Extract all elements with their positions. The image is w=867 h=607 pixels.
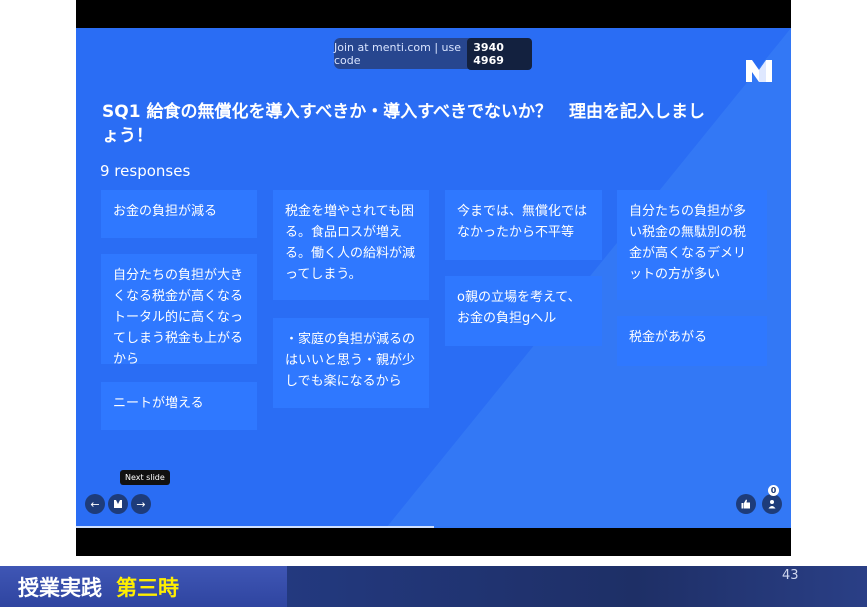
response-card: 今までは、無償化ではなかったから不平等 [445,190,602,260]
response-text: 自分たちの負担が大きくなる税金が高くなる トータル的に高くなってしまう税金も上が… [113,268,257,367]
arrow-right-icon: → [136,497,146,511]
response-card: o親の立場を考えて、お金の負担gヘル [445,276,602,346]
thumbs-up-icon [741,499,750,509]
response-card: お金の負担が減る [101,190,257,238]
menu-button[interactable] [108,494,128,514]
person-icon [768,500,776,509]
response-text: 税金があがる [629,330,708,345]
response-text: 税金を増やされても困る。食品ロスが増える。働く人の給料が減ってしまう。 [285,204,416,282]
response-text: 今までは、無償化ではなかったから不平等 [457,204,588,240]
participants-button[interactable] [762,494,782,514]
mentimeter-logo-icon [746,60,772,82]
response-card: 税金を増やされても困る。食品ロスが増える。働く人の給料が減ってしまう。 [273,190,429,300]
response-text: お金の負担が減る [113,204,218,219]
slide-progress-bar [76,526,434,528]
responses-count: 9 responses [100,162,191,180]
response-card: 税金があがる [617,316,767,366]
reaction-button[interactable] [736,494,756,514]
join-code: 3940 4969 [467,37,532,70]
footer-title-main: 授業実践 [18,576,102,600]
mentimeter-slide: Join at menti.com | use code 3940 4969 S… [76,28,791,528]
footer-right-band [287,566,867,607]
response-text: ・家庭の負担が減るのはいいと思う・親が少しでも楽になるから [285,332,416,389]
page-number: 43 [782,568,799,583]
question-title: SQ1 給食の無償化を導入すべきか・導入すべきでないか？ 理由を記入しましょう！ [102,102,706,146]
prev-slide-button[interactable]: ← [85,494,105,514]
participants-count-badge: 0 [768,485,779,496]
response-text: 自分たちの負担が多い税金の無駄別の税金が高くなるデメリットの方が多い [629,204,747,282]
next-slide-tooltip: Next slide [120,470,170,485]
response-card: ニートが増える [101,382,257,430]
response-card: 自分たちの負担が多い税金の無駄別の税金が高くなるデメリットの方が多い [617,190,767,300]
response-text: ニートが増える [113,396,204,411]
response-card: 自分たちの負担が大きくなる税金が高くなる トータル的に高くなってしまう税金も上が… [101,254,257,367]
next-slide-button[interactable]: → [131,494,151,514]
mentimeter-small-icon [114,500,122,508]
join-text: Join at menti.com | use code [334,40,462,67]
footer-title-highlight: 第三時 [116,576,179,600]
join-banner: Join at menti.com | use code 3940 4969 [334,37,532,70]
response-text: o親の立場を考えて、お金の負担gヘル [457,290,581,326]
footer-title: 授業実践 第三時 [18,572,179,602]
slide-footer: 授業実践 第三時 43 [0,566,867,607]
arrow-left-icon: ← [90,497,100,511]
response-card: ・家庭の負担が減るのはいいと思う・親が少しでも楽になるから [273,318,429,408]
